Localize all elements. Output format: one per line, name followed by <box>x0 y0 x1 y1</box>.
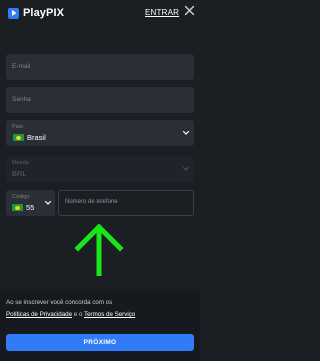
next-button[interactable]: PRÓXIMO <box>6 334 194 351</box>
currency-label: Moeda <box>12 160 29 166</box>
terms-conjunction: e o <box>73 311 83 318</box>
country-select[interactable]: País Brasil <box>6 120 194 146</box>
terms-prefix: Ao se inscrever você concorda com os <box>6 299 113 306</box>
privacy-policy-link[interactable]: Políticas de Privacidade <box>6 311 72 318</box>
phone-placeholder: Número de telefone <box>65 199 118 205</box>
login-link[interactable]: ENTRAR <box>145 8 179 17</box>
next-button-label: PRÓXIMO <box>83 339 117 346</box>
chevron-down-icon[interactable] <box>182 129 190 137</box>
terms-of-service-link[interactable]: Termos de Serviço <box>84 311 135 318</box>
phone-code-value: 55 <box>26 203 35 212</box>
phone-code-select[interactable]: Código 55 <box>6 190 55 216</box>
brazil-flag-icon <box>12 204 23 211</box>
currency-value: BRL <box>12 169 27 178</box>
terms-text: Ao se inscrever você concorda com os Pol… <box>6 297 196 321</box>
email-placeholder: E-mail <box>12 63 31 70</box>
password-placeholder: Senha <box>12 96 31 103</box>
country-label: País <box>12 124 24 130</box>
brazil-flag-icon <box>13 134 24 141</box>
brand-name: PlayPIX <box>23 7 65 19</box>
chevron-down-icon <box>182 166 190 171</box>
currency-select: Moeda BRL <box>6 156 194 182</box>
password-field[interactable]: Senha <box>6 87 194 113</box>
close-icon[interactable] <box>184 5 195 16</box>
chevron-down-icon[interactable] <box>44 199 52 207</box>
up-arrow-icon <box>74 224 124 276</box>
phone-number-input[interactable]: Número de telefone <box>58 190 194 216</box>
playpix-logo-icon <box>8 7 19 19</box>
email-field[interactable]: E-mail <box>6 54 194 80</box>
phone-code-label: Código <box>12 194 30 200</box>
brand-logo[interactable]: PlayPIX <box>8 7 64 19</box>
country-value: Brasil <box>27 133 46 142</box>
